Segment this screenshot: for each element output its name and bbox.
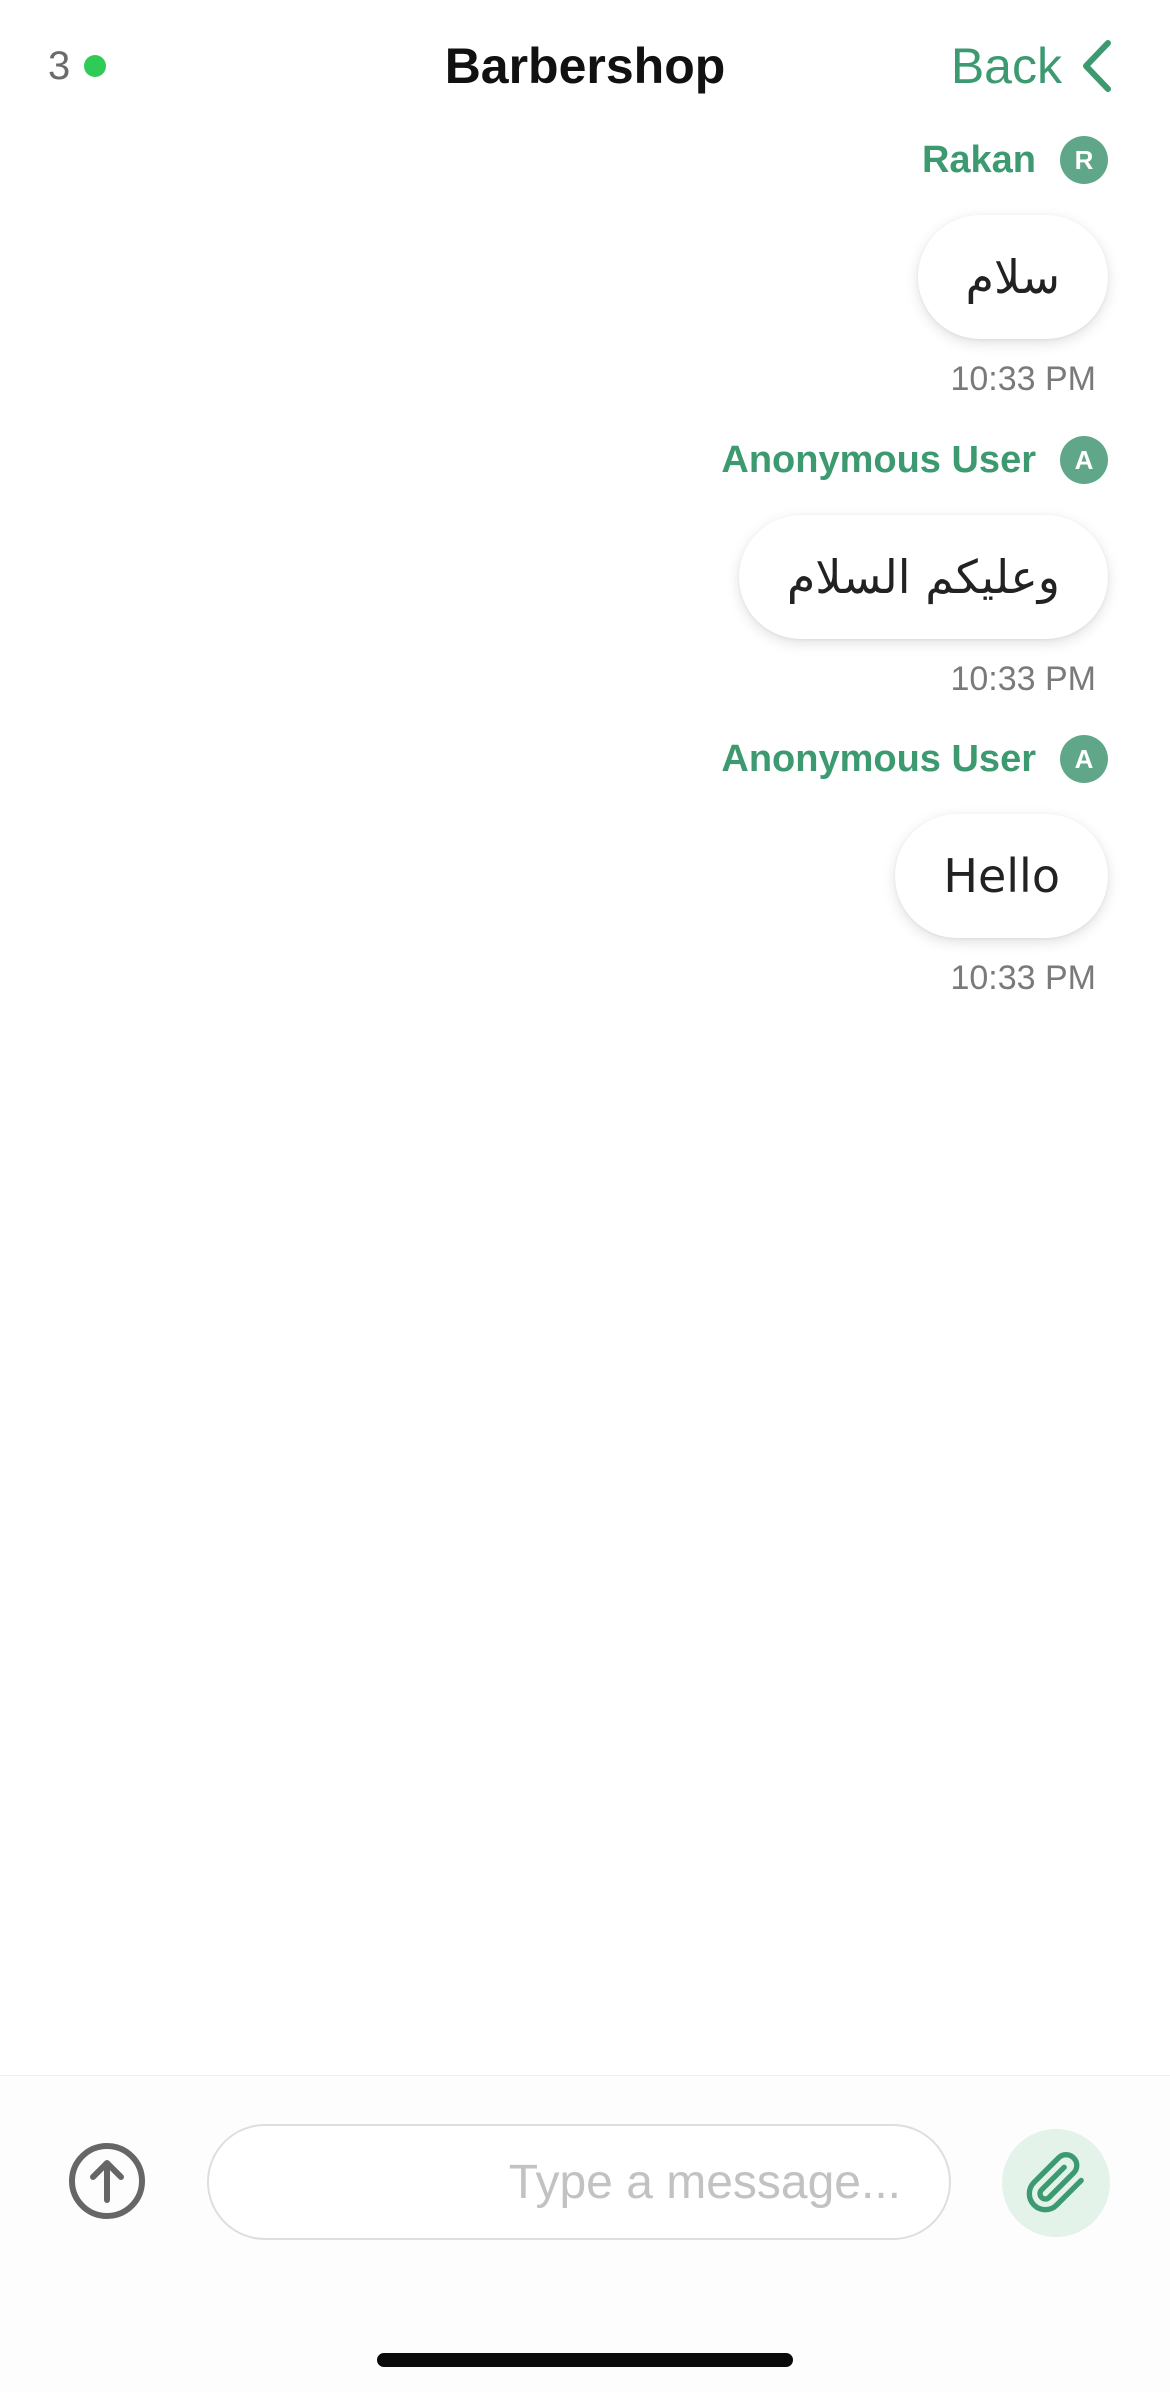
paperclip-icon: [1026, 2152, 1084, 2213]
home-indicator: [377, 2353, 793, 2367]
message-timestamp: 10:33 PM: [950, 360, 1096, 398]
message-item: Rakan R سلام 10:33 PM: [208, 135, 1108, 401]
avatar: A: [1060, 436, 1108, 484]
message-bubble[interactable]: Hello: [895, 814, 1108, 938]
message-timestamp: 10:33 PM: [950, 660, 1096, 698]
message-composer: [0, 2075, 1170, 2392]
chevron-left-icon: [1083, 40, 1111, 92]
sender-name: Anonymous User: [721, 439, 1036, 481]
message-item: Anonymous User A Hello 10:33 PM: [208, 734, 1108, 1000]
message-bubble[interactable]: وعليكم السلام: [738, 515, 1108, 639]
sender-name: Rakan: [921, 139, 1036, 181]
message-sender-row: Anonymous User A: [208, 435, 1108, 485]
back-button-label: Back: [950, 38, 1062, 94]
back-button[interactable]: Back: [951, 36, 1114, 96]
attach-button[interactable]: [1002, 2129, 1110, 2237]
message-bubble[interactable]: سلام: [917, 215, 1108, 339]
message-timestamp: 10:33 PM: [950, 959, 1096, 997]
avatar: A: [1060, 735, 1108, 783]
message-sender-row: Rakan R: [208, 135, 1108, 185]
avatar: R: [1060, 136, 1108, 184]
message-input[interactable]: [207, 2124, 951, 2240]
arrow-up-circle-icon[interactable]: [68, 2142, 146, 2220]
sender-name: Anonymous User: [721, 738, 1036, 780]
message-sender-row: Anonymous User A: [208, 734, 1108, 784]
message-item: Anonymous User A وعليكم السلام 10:33 PM: [208, 435, 1108, 701]
chat-header: 3 Barbershop Back: [0, 0, 1170, 130]
